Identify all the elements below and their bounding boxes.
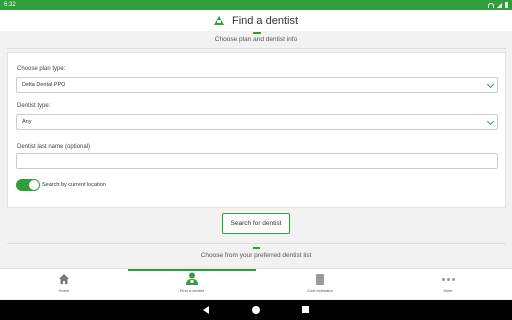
- battery-icon: [505, 2, 508, 8]
- signal-icon: [497, 2, 502, 8]
- system-nav-bar: [0, 300, 512, 320]
- divider: [7, 48, 506, 49]
- delta-logo-icon: [213, 16, 224, 25]
- home-circle-icon[interactable]: [252, 306, 260, 314]
- tab-label: Home: [58, 288, 70, 293]
- last-name-input[interactable]: [16, 153, 498, 169]
- plan-type-value: Delta Dental PPO: [22, 82, 66, 88]
- status-time: 6:32: [4, 2, 16, 8]
- step-indicator: [253, 247, 260, 249]
- tab-label: Cost estimator: [307, 288, 333, 293]
- dentist-icon: [186, 272, 198, 285]
- plan-type-label: Choose plan type:: [17, 66, 66, 72]
- last-name-label: Dentist last name (optional): [17, 144, 91, 150]
- step1-heading: Choose plan and dentist info: [214, 36, 298, 43]
- location-toggle-label: Search by current location: [42, 182, 106, 188]
- step2-heading: Choose from your preferred dentist list: [200, 252, 312, 259]
- divider: [7, 243, 506, 244]
- location-toggle[interactable]: [16, 179, 40, 191]
- chevron-down-icon: [486, 80, 495, 89]
- home-icon: [59, 274, 69, 284]
- wifi-icon: [488, 2, 494, 8]
- search-button-label: Search for dentist: [230, 220, 282, 227]
- recents-icon[interactable]: [302, 306, 309, 313]
- toggle-knob: [29, 180, 39, 190]
- search-for-dentist-button[interactable]: Search for dentist: [222, 213, 290, 234]
- more-dots-icon: [442, 278, 455, 281]
- search-form-card: Choose plan type: Delta Dental PPO Denti…: [7, 52, 506, 208]
- dentist-type-label: Dentist type:: [17, 103, 51, 109]
- calculator-icon: [316, 274, 324, 285]
- page-title: Find a dentist: [231, 14, 299, 27]
- back-icon[interactable]: [203, 306, 209, 314]
- plan-type-select[interactable]: Delta Dental PPO: [16, 77, 498, 93]
- dentist-type-select[interactable]: Any: [16, 114, 498, 130]
- status-bar: 6:32: [0, 0, 512, 10]
- bottom-nav: Home Find a dentist Cost estimator More: [0, 268, 512, 299]
- step-indicator: [253, 32, 261, 34]
- status-icons: [488, 0, 508, 10]
- dentist-type-value: Any: [22, 119, 32, 125]
- app-bar: Find a dentist: [0, 10, 512, 31]
- chevron-down-icon: [486, 117, 495, 126]
- tab-more[interactable]: More: [384, 269, 512, 300]
- tab-label: More: [443, 288, 453, 293]
- tab-label: Find a dentist: [179, 288, 204, 293]
